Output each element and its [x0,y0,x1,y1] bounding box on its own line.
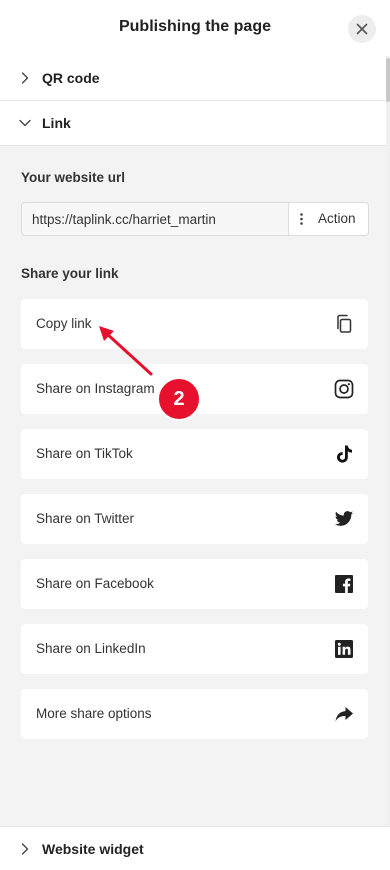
link-section-body: Your website url Action Share your link … [0,146,390,826]
share-item-facebook[interactable]: Share on Facebook [21,559,368,609]
share-item-label: Share on LinkedIn [36,641,146,656]
close-button[interactable] [348,15,376,43]
share-item-twitter[interactable]: Share on Twitter [21,494,368,544]
share-arrow-icon [335,707,353,722]
share-item-label: Share on Instagram [36,381,155,396]
panel-title: Publishing the page [118,18,271,35]
scrollbar-thumb[interactable] [386,58,390,102]
publish-panel: Publishing the page QR code Link Your we… [0,0,390,870]
more-vertical-icon [300,213,303,225]
step-badge: 2 [157,377,201,421]
share-item-label: Share on Facebook [36,576,154,591]
chevron-right-icon [21,72,29,84]
accordion-widget-label: Website widget [42,841,144,857]
website-url-label: Your website url [21,170,126,185]
tiktok-icon [337,445,352,463]
chevron-right-icon [21,843,29,855]
close-icon [356,23,368,35]
accordion-website-widget[interactable]: Website widget [0,826,390,870]
share-item-label: Share on TikTok [36,446,133,461]
instagram-icon [334,379,354,399]
url-action-label: Action [318,211,356,226]
share-item-linkedin[interactable]: Share on LinkedIn [21,624,368,674]
panel-header: Publishing the page [0,0,390,57]
accordion-qr-code[interactable]: QR code [0,56,390,101]
accordion-link-label: Link [42,115,71,131]
share-item-label: More share options [36,706,152,721]
copy-icon [337,314,352,333]
share-item-label: Copy link [36,316,92,331]
website-url-field: Action [21,202,369,236]
share-item-more-options[interactable]: More share options [21,689,368,739]
share-item-label: Share on Twitter [36,511,135,526]
panel-scrollbar[interactable] [386,56,390,826]
url-action-button[interactable]: Action [288,203,368,235]
linkedin-icon [335,640,353,658]
accordion-qr-label: QR code [42,70,100,86]
share-link-label: Share your link [21,266,119,281]
website-url-input[interactable] [22,203,288,235]
twitter-icon [334,511,354,526]
facebook-icon [335,575,353,593]
share-item-tiktok[interactable]: Share on TikTok [21,429,368,479]
chevron-down-icon [19,119,31,127]
share-item-copy-link[interactable]: Copy link [21,299,368,349]
accordion-link[interactable]: Link [0,101,390,146]
